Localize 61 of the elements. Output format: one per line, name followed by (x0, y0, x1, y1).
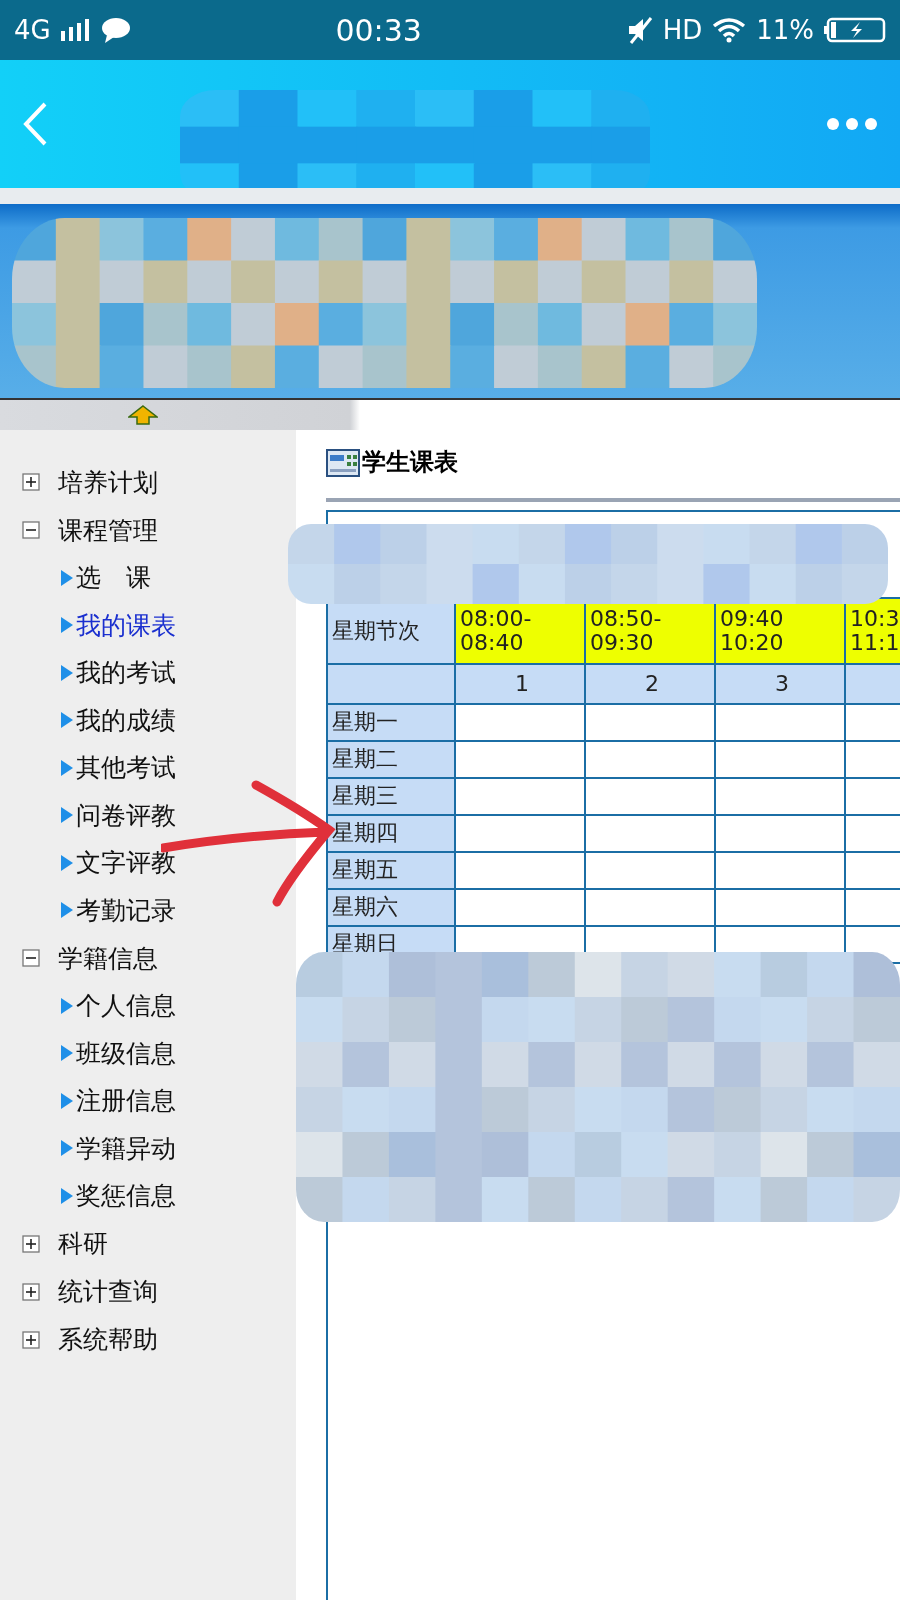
menu-item[interactable]: 其他考试 (76, 751, 176, 785)
collapse-up-icon[interactable] (128, 405, 158, 425)
day-cell: 星期三 (328, 779, 456, 816)
day-cell: 星期六 (328, 890, 456, 927)
menu-item[interactable]: 注册信息 (76, 1084, 176, 1118)
period-number-cell: 1 (456, 665, 586, 705)
chat-bubble-icon (100, 17, 131, 43)
menu-group-label[interactable]: 统计查询 (58, 1275, 158, 1308)
day-cell: 星期二 (328, 742, 456, 779)
expand-icon[interactable] (22, 473, 40, 491)
hd-label: HD (662, 15, 703, 45)
period-number-cell: 3 (716, 665, 846, 705)
bullet-triangle-icon (60, 1186, 74, 1205)
menu-item[interactable]: 学籍异动 (76, 1131, 176, 1165)
menu-item[interactable]: 我的成绩 (76, 703, 176, 737)
wifi-icon (712, 17, 747, 43)
period-number-cell: 2 (586, 665, 716, 705)
bullet-triangle-icon (60, 853, 74, 872)
expand-icon[interactable] (22, 1234, 40, 1253)
menu-item[interactable]: 问卷评教 (76, 798, 176, 832)
bullet-triangle-icon (60, 806, 74, 825)
day-cell: 星期四 (328, 816, 456, 853)
mute-icon (626, 16, 653, 44)
page-title: 学生课表 (362, 447, 458, 478)
menu-item[interactable]: 班级信息 (76, 1036, 176, 1070)
expand-icon[interactable] (22, 1330, 40, 1349)
network-type: 4G (14, 15, 51, 45)
bullet-triangle-icon (60, 996, 74, 1015)
menu-item[interactable]: 个人信息 (76, 989, 176, 1023)
menu-group-label[interactable]: 系统帮助 (58, 1323, 158, 1356)
time-header-cell: 10:3 11:1 (846, 599, 900, 665)
day-cell: 星期五 (328, 853, 456, 890)
menu-group-label[interactable]: 培养计划 (58, 465, 158, 499)
bullet-triangle-icon (60, 568, 74, 587)
battery-percent: 11% (756, 15, 814, 45)
bullet-triangle-icon (60, 616, 74, 635)
clock-time: 00:33 (335, 12, 422, 48)
bullet-triangle-icon (60, 663, 74, 682)
bullet-triangle-icon (60, 1044, 74, 1063)
signal-icon (60, 19, 91, 41)
menu-group-label[interactable]: 学籍信息 (58, 941, 158, 975)
collapse-icon[interactable] (22, 949, 40, 967)
collapse-icon[interactable] (22, 521, 40, 539)
bullet-triangle-icon (60, 901, 74, 920)
expand-icon[interactable] (22, 1282, 40, 1301)
battery-charging-icon (824, 17, 886, 43)
menu-item[interactable]: 我的课表 (76, 608, 176, 642)
schedule-icon (326, 447, 360, 477)
bullet-triangle-icon (60, 711, 74, 730)
menu-item[interactable]: 选 课 (76, 561, 151, 595)
menu-item[interactable]: 文字评教 (76, 846, 176, 880)
bullet-triangle-icon (60, 1139, 74, 1158)
bullet-triangle-icon (60, 758, 74, 777)
bullet-triangle-icon (60, 1091, 74, 1110)
menu-group-label[interactable]: 科研 (58, 1227, 108, 1260)
menu-item[interactable]: 我的考试 (76, 656, 176, 690)
day-cell: 星期一 (328, 705, 456, 742)
menu-group-label[interactable]: 课程管理 (58, 513, 158, 547)
menu-item[interactable]: 奖惩信息 (76, 1179, 176, 1213)
more-icon[interactable] (826, 117, 878, 131)
menu-item[interactable]: 考勤记录 (76, 893, 176, 927)
